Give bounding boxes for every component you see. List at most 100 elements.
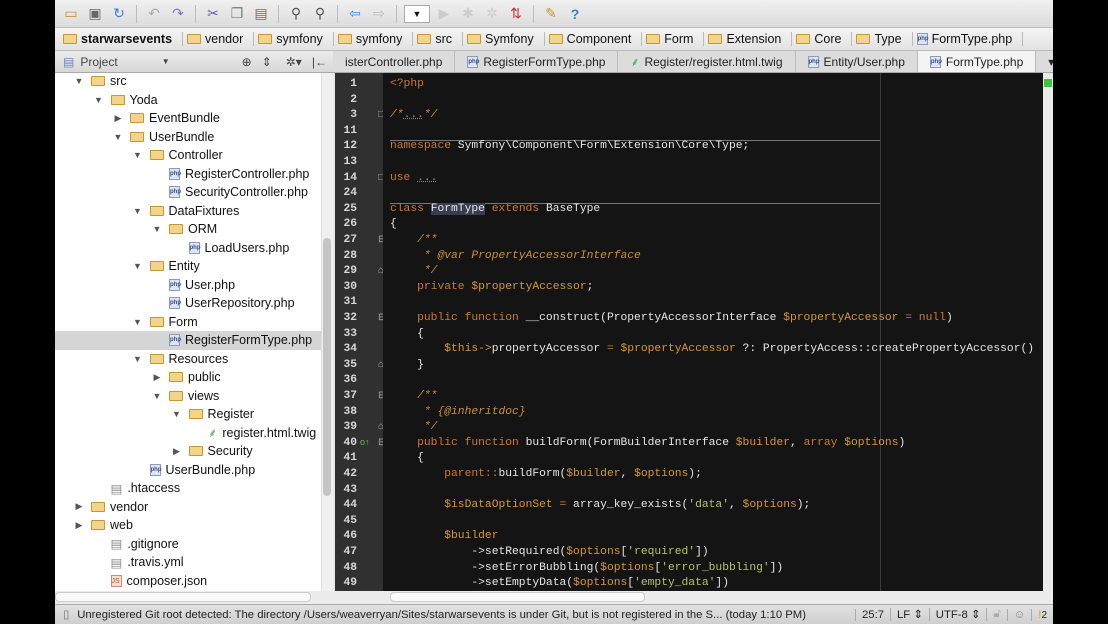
breadcrumb-item[interactable]: src [417,32,464,46]
project-view-selector[interactable]: Project [80,55,117,69]
cursor-position[interactable]: 25:7 [855,608,890,621]
forward-icon[interactable]: ⇨ [369,4,389,24]
tree-item[interactable]: php RegisterController.php [55,165,321,184]
expanded-arrow-icon[interactable]: ▼ [112,132,124,142]
expanded-arrow-icon[interactable]: ▼ [171,409,183,419]
tree-item[interactable]: ▼ src [55,73,321,91]
tree-item[interactable]: ▼ DataFixtures [55,202,321,221]
collapsed-arrow-icon[interactable]: ▶ [73,520,85,531]
tree-item[interactable]: ▤ .gitignore [55,535,321,554]
tree-item[interactable]: ▼ Yoda [55,91,321,110]
back-icon[interactable]: ⇦ [345,4,365,24]
inspector-icon[interactable]: ☺ [1006,608,1032,621]
sync-icon[interactable]: ↻ [109,4,129,24]
breadcrumb-item[interactable]: Symfony [467,32,545,46]
tree-hscroll-thumb[interactable] [55,592,311,602]
tree-item[interactable]: ▶ EventBundle [55,109,321,128]
undo-icon[interactable]: ↶ [144,4,164,24]
collapsed-arrow-icon[interactable]: ▶ [171,446,183,457]
tree-item[interactable]: ▤ .travis.yml [55,553,321,572]
collapsed-arrow-icon[interactable]: ▶ [112,113,124,124]
paste-icon[interactable]: ▤ [251,4,271,24]
tab-formtype-php[interactable]: php FormType.php [917,51,1037,72]
tree-item[interactable]: ▼ Resources [55,350,321,369]
breadcrumb-item[interactable]: php FormType.php [916,32,1024,46]
tree-item[interactable]: ▶ vendor [55,498,321,517]
debug-icon[interactable]: ✱ [458,4,478,24]
expanded-arrow-icon[interactable]: ▼ [151,391,163,401]
tree-item[interactable]: ▶ web [55,516,321,535]
notifications-icon[interactable]: !2 [1031,608,1053,621]
expanded-arrow-icon[interactable]: ▼ [132,317,144,327]
collapse-all-icon[interactable]: ⇕ [262,55,272,69]
lock-icon[interactable]: 🔓︎ [986,608,1006,621]
run-icon[interactable]: ▶ [434,4,454,24]
tree-item[interactable]: ▼ Controller [55,146,321,165]
tree-item[interactable]: php UserRepository.php [55,294,321,313]
tree-item[interactable]: ▤ .htaccess [55,479,321,498]
help-icon[interactable]: ? [565,4,585,24]
tree-item[interactable]: ▼ UserBundle [55,128,321,147]
tab-entity-user-php[interactable]: php Entity/User.php [796,51,918,72]
tree-item[interactable]: php LoadUsers.php [55,239,321,258]
tree-item[interactable]: ▶ Security [55,442,321,461]
save-icon[interactable]: ▣ [85,4,105,24]
encoding-selector[interactable]: UTF-8 ⇕ [928,608,987,621]
tree-item[interactable]: ▼ ORM [55,220,321,239]
tab-registerformtype-php[interactable]: php RegisterFormType.php [455,51,619,72]
coverage-icon[interactable]: ✲ [482,4,502,24]
breadcrumb-item[interactable]: symfony [337,32,414,46]
vcs-icon[interactable]: ⇅ [506,4,526,24]
breadcrumb-item[interactable]: Type [856,32,913,46]
tab-overflow-menu[interactable]: ▾≡ [1036,51,1053,72]
tree-item[interactable]: ▶ public [55,368,321,387]
breadcrumb-item[interactable]: vendor [187,32,255,46]
find-icon[interactable]: ⚲ [286,4,306,24]
open-folder-icon[interactable]: ▭ [61,4,81,24]
tree-item[interactable]: ▼ Form [55,313,321,332]
editor-hscroll-thumb[interactable] [390,592,645,602]
copy-icon[interactable]: ❐ [227,4,247,24]
expanded-arrow-icon[interactable]: ▼ [132,206,144,216]
tree-item[interactable]: ⸙ register.html.twig [55,424,321,443]
editor-scrollbar[interactable] [1043,73,1053,591]
hide-panel-icon[interactable]: |← [312,55,327,69]
tab-register-register-html-twig[interactable]: ⸙ Register/register.html.twig [618,51,796,72]
line-ending-selector[interactable]: LF ⇕ [890,608,929,621]
breadcrumb-item[interactable]: Extension [708,32,793,46]
breadcrumb-item[interactable]: Core [796,32,853,46]
breadcrumb-item[interactable]: Component [548,32,643,46]
tree-item[interactable]: JS composer.json [55,572,321,591]
tree-item[interactable]: ▼ Register [55,405,321,424]
cut-icon[interactable]: ✂ [203,4,223,24]
tree-scrollbar-thumb[interactable] [323,238,331,496]
override-method-icon[interactable]: o↑ [360,437,370,447]
breadcrumb-item[interactable]: symfony [258,32,334,46]
gear-icon[interactable]: ✲▾ [286,55,302,69]
expanded-arrow-icon[interactable]: ▼ [132,150,144,160]
tree-item[interactable]: ▼ views [55,387,321,406]
replace-icon[interactable]: ⚲ [310,4,330,24]
settings-icon[interactable]: ✎ [541,4,561,24]
run-config-dropdown[interactable]: ▼ [404,4,430,23]
code-editor[interactable]: <?php/*...*/namespace Symfony\Component\… [383,73,1043,591]
breadcrumb-item[interactable]: Form [646,32,705,46]
expanded-arrow-icon[interactable]: ▼ [93,95,105,105]
expanded-arrow-icon[interactable]: ▼ [132,261,144,271]
collapsed-arrow-icon[interactable]: ▶ [73,501,85,512]
tree-item[interactable]: ▼ Entity [55,257,321,276]
tab-istercontroller-php[interactable]: isterController.php [333,51,456,72]
tree-item[interactable]: php UserBundle.php [55,461,321,480]
expanded-arrow-icon[interactable]: ▼ [132,354,144,364]
breadcrumb-item[interactable]: starwarsevents [63,32,184,46]
chevron-down-icon[interactable]: ▼ [162,57,170,66]
collapsed-arrow-icon[interactable]: ▶ [151,372,163,383]
tree-item[interactable]: php User.php [55,276,321,295]
redo-icon[interactable]: ↷ [168,4,188,24]
status-message[interactable]: Unregistered Git root detected: The dire… [77,609,855,621]
expanded-arrow-icon[interactable]: ▼ [73,76,85,86]
tree-item[interactable]: php RegisterFormType.php [55,331,321,350]
tool-windows-icon[interactable]: ▯ [55,608,77,621]
expanded-arrow-icon[interactable]: ▼ [151,224,163,234]
tree-item[interactable]: php SecurityController.php [55,183,321,202]
